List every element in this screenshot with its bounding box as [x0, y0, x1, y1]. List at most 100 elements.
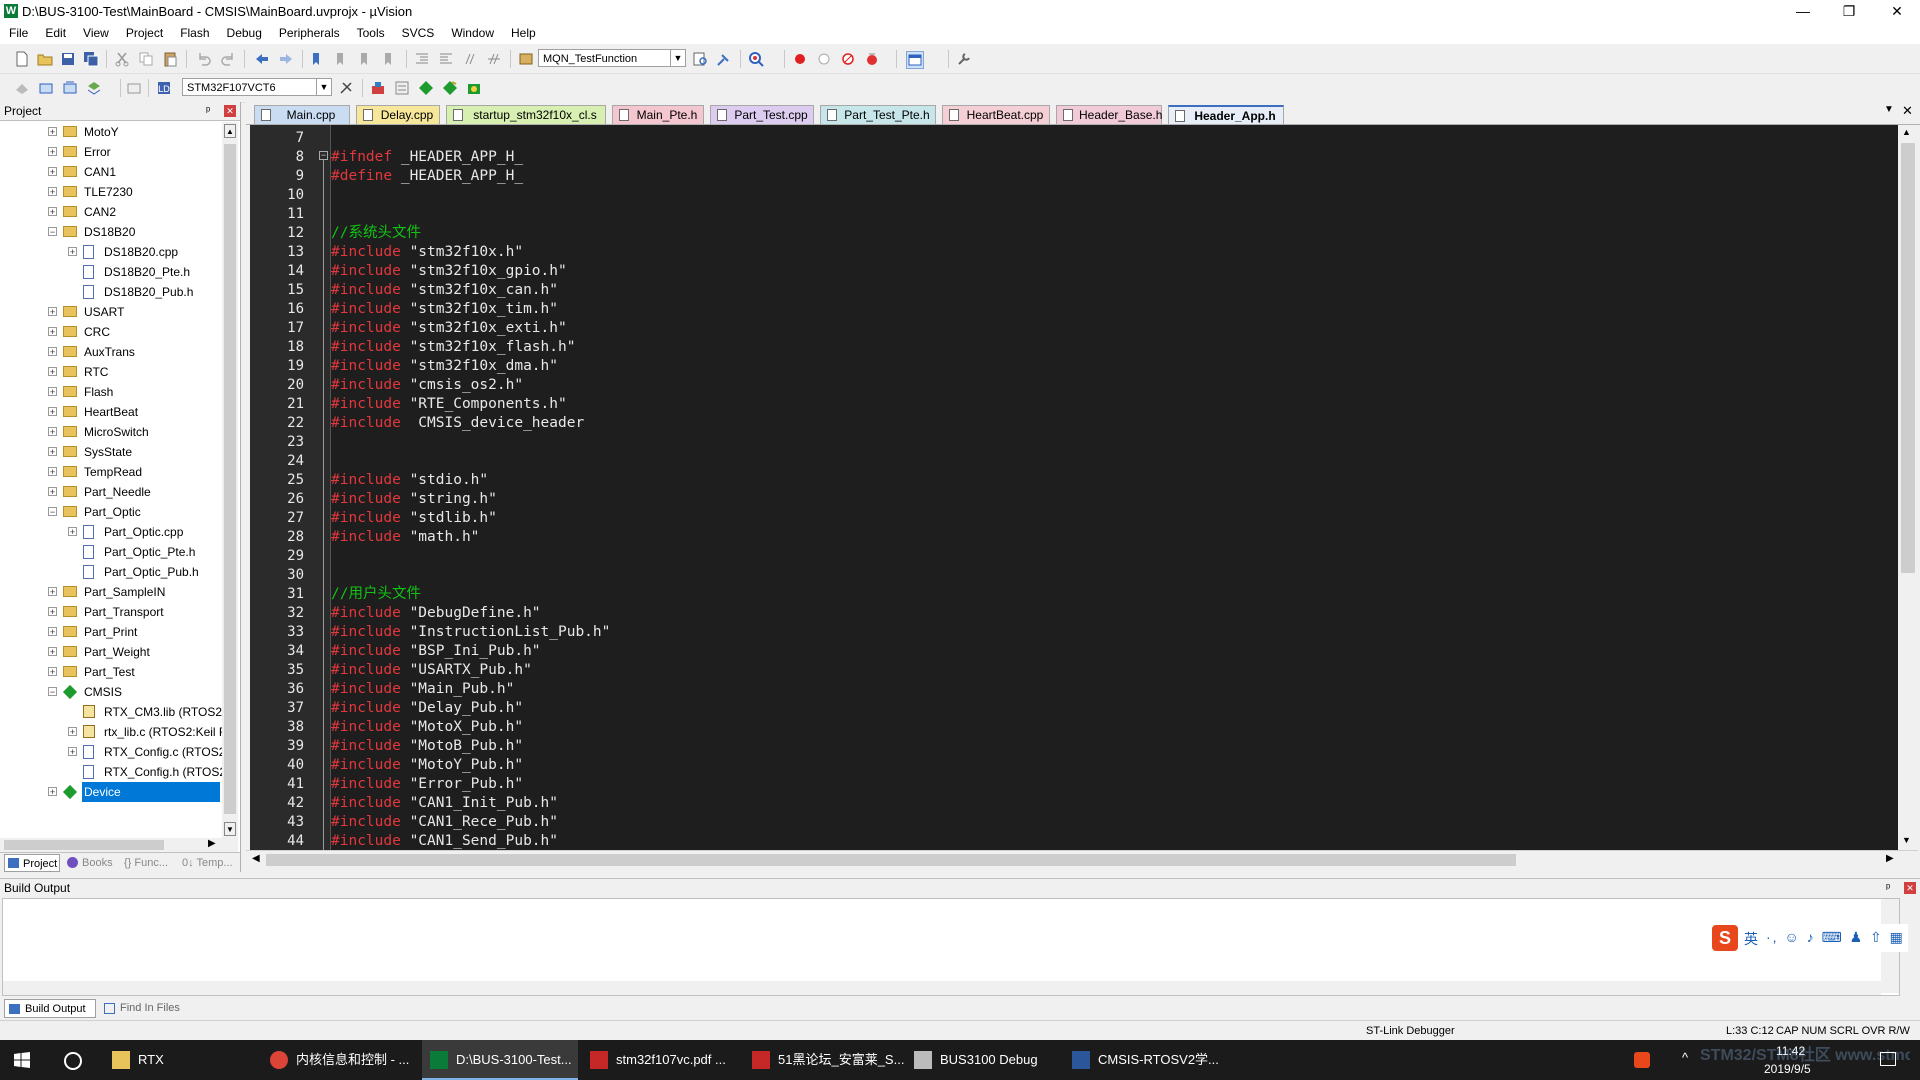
tree-item[interactable]: + DS18B20.cpp [0, 242, 222, 262]
find-in-files-icon[interactable] [692, 51, 708, 67]
pin-icon[interactable]: ᵖ [1886, 879, 1890, 897]
nav-forward-icon[interactable] [278, 51, 294, 67]
next-bookmark-icon[interactable] [358, 51, 374, 67]
close-panel-icon[interactable]: ✕ [224, 105, 236, 117]
scroll-right-icon[interactable]: ▶ [208, 838, 216, 849]
code-line[interactable]: #include CMSIS_device_header [331, 414, 584, 433]
tree-item[interactable]: + RTC [0, 362, 222, 382]
code-line[interactable]: #include "MotoY_Pub.h" [331, 756, 523, 775]
build-hscroll[interactable] [3, 981, 1881, 995]
expand-icon[interactable]: + [48, 787, 57, 797]
comment-icon[interactable] [462, 51, 478, 67]
tree-item[interactable]: + SysState [0, 442, 222, 462]
close-tab-icon[interactable]: ✕ [1902, 103, 1913, 119]
tree-item[interactable]: + TempRead [0, 462, 222, 482]
kill-breakpoints-icon[interactable] [840, 51, 856, 67]
copy-icon[interactable] [138, 51, 154, 67]
tree-item[interactable]: Part_Optic_Pub.h [0, 562, 222, 582]
tree-item[interactable]: + CAN2 [0, 202, 222, 222]
tree-item[interactable]: − CMSIS [0, 682, 222, 702]
build-output-text[interactable] [2, 898, 1900, 996]
taskbar-item[interactable]: D:\BUS-3100-Test... [422, 1040, 578, 1080]
menu-help[interactable]: Help [502, 24, 544, 40]
windows-start-icon[interactable] [14, 1052, 30, 1068]
rebuild-icon[interactable] [62, 80, 78, 96]
tab-part-test-pte-h[interactable]: Part_Test_Pte.h [820, 105, 936, 124]
editor-vscroll-thumb[interactable] [1901, 143, 1915, 573]
code-line[interactable]: //系统头文件 [331, 224, 421, 243]
tree-item[interactable]: RTX_Config.h (RTOS2: [0, 762, 222, 782]
batch-build-icon[interactable] [86, 80, 102, 96]
menu-peripherals[interactable]: Peripherals [270, 24, 348, 40]
code-line[interactable]: #include "stdio.h" [331, 471, 488, 490]
incremental-find-icon[interactable] [716, 51, 732, 67]
paste-icon[interactable] [162, 51, 178, 67]
close-button[interactable]: ✕ [1874, 0, 1920, 24]
expand-icon[interactable]: + [48, 467, 57, 477]
tree-item[interactable]: + Part_Optic.cpp [0, 522, 222, 542]
tab-heartbeat-cpp[interactable]: HeartBeat.cpp [942, 105, 1050, 124]
uncomment-icon[interactable] [486, 51, 502, 67]
code-line[interactable]: #include "stm32f10x_can.h" [331, 281, 558, 300]
save-all-icon[interactable] [83, 51, 99, 67]
expand-icon[interactable]: + [48, 127, 57, 137]
tree-item[interactable]: + USART [0, 302, 222, 322]
scroll-down-icon[interactable]: ▼ [224, 822, 236, 836]
tree-item[interactable]: + CRC [0, 322, 222, 342]
scroll-right-icon[interactable]: ▶ [1886, 853, 1894, 864]
taskbar-item[interactable]: stm32f107vc.pdf ... [582, 1040, 738, 1080]
cortana-search-icon[interactable] [64, 1052, 82, 1070]
function-combo[interactable]: MQN_TestFunction ▼ [538, 49, 686, 67]
tree-item[interactable]: − DS18B20 [0, 222, 222, 242]
code-line[interactable]: #include "BSP_Ini_Pub.h" [331, 642, 541, 661]
expand-icon[interactable]: + [68, 247, 77, 257]
notification-icon[interactable] [1880, 1052, 1896, 1066]
expand-icon[interactable]: + [48, 387, 57, 397]
expand-icon[interactable]: + [48, 207, 57, 217]
expand-icon[interactable]: + [68, 527, 77, 537]
tab-delay-cpp[interactable]: Delay.cpp [356, 105, 440, 124]
menu-window[interactable]: Window [442, 24, 502, 40]
maximize-button[interactable]: ❐ [1826, 0, 1872, 24]
tab-find-in-files[interactable]: Find In Files [100, 999, 196, 1018]
expand-icon[interactable]: + [48, 647, 57, 657]
chevron-down-icon[interactable]: ▼ [670, 50, 685, 66]
expand-icon[interactable]: + [48, 367, 57, 377]
tree-vscroll-thumb[interactable] [224, 144, 236, 814]
tree-item[interactable]: + Flash [0, 382, 222, 402]
editor-hscroll-thumb[interactable] [266, 854, 1516, 866]
minimize-button[interactable]: — [1780, 0, 1826, 24]
code-line[interactable]: #include "string.h" [331, 490, 497, 509]
wrench-icon[interactable] [956, 51, 972, 67]
target-combo[interactable]: STM32F107VCT6 ▼ [182, 78, 332, 96]
tab-part-test-cpp[interactable]: Part_Test.cpp [710, 105, 814, 124]
tree-hscroll-thumb[interactable] [4, 840, 164, 850]
taskbar-item[interactable]: 内核信息和控制 - ... [262, 1040, 416, 1080]
undo-icon[interactable] [196, 51, 212, 67]
debug-session-icon[interactable] [748, 51, 764, 67]
tree-item[interactable]: + Part_Weight [0, 642, 222, 662]
tab-project[interactable]: Project [4, 854, 60, 872]
code-line[interactable]: #include "RTE_Components.h" [331, 395, 567, 414]
redo-icon[interactable] [220, 51, 236, 67]
code-line[interactable]: #include "stm32f10x.h" [331, 243, 523, 262]
tree-item[interactable]: DS18B20_Pub.h [0, 282, 222, 302]
tab-build-output[interactable]: Build Output [4, 999, 96, 1018]
expand-icon[interactable]: + [48, 607, 57, 617]
download-icon[interactable]: LD [156, 80, 172, 96]
code-line[interactable]: #include "Delay_Pub.h" [331, 699, 523, 718]
expand-icon[interactable]: + [48, 347, 57, 357]
tree-item[interactable]: + AuxTrans [0, 342, 222, 362]
menu-view[interactable]: View [74, 24, 117, 40]
code-line[interactable]: #include "Main_Pub.h" [331, 680, 514, 699]
ime-tool-icons[interactable]: ·, ☺ ♪ ⌨ ♟ ⇧ ▦ [1766, 929, 1905, 946]
code-line[interactable]: #include "CAN1_Init_Pub.h" [331, 794, 558, 813]
expand-icon[interactable]: + [48, 147, 57, 157]
tree-item[interactable]: RTX_CM3.lib (RTOS2:K [0, 702, 222, 722]
expand-icon[interactable]: + [48, 627, 57, 637]
code-line[interactable]: #include "stm32f10x_flash.h" [331, 338, 575, 357]
tree-item[interactable]: + Part_Needle [0, 482, 222, 502]
menu-tools[interactable]: Tools [348, 24, 393, 40]
expand-icon[interactable]: + [48, 307, 57, 317]
build-icon[interactable] [38, 80, 54, 96]
